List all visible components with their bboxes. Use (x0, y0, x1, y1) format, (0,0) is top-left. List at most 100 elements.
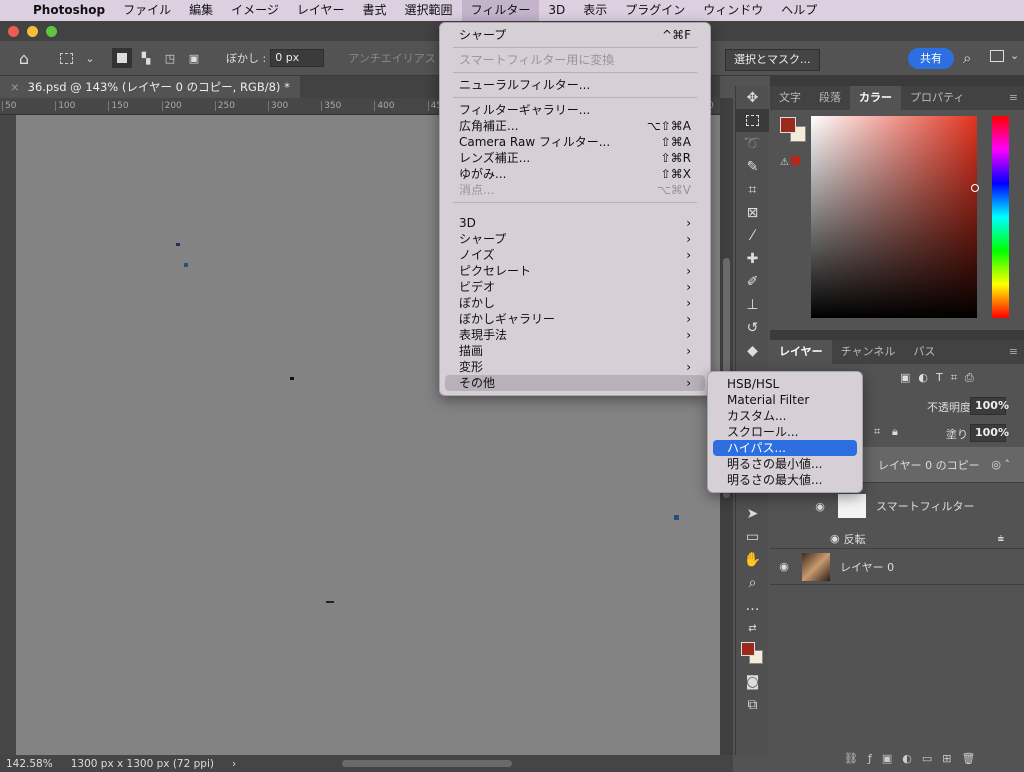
share-button[interactable]: 共有 (908, 48, 954, 69)
quick-select-tool-icon[interactable]: ✎ (736, 155, 769, 178)
filter-menu-item[interactable]: その他 › (445, 375, 705, 391)
submenu-item[interactable]: HSB/HSL (713, 376, 857, 392)
antialias-checkbox[interactable]: アンチエイリアス (348, 50, 436, 66)
color-picker-handle[interactable] (971, 184, 979, 192)
filter-menu-item[interactable]: 3D › (445, 215, 705, 231)
hand-tool-icon[interactable]: ✋ (736, 548, 769, 571)
color-field[interactable] (811, 116, 977, 318)
healing-brush-icon[interactable]: ✚ (736, 247, 769, 270)
frame-tool-icon[interactable]: ⊠ (736, 201, 769, 224)
eye-icon[interactable]: ◉ (806, 500, 834, 513)
zoom-level[interactable]: 142.58% (6, 758, 53, 770)
panel-tab[interactable]: パス (904, 340, 944, 364)
submenu-item[interactable]: スクロール... (713, 424, 857, 440)
filter-menu-item[interactable]: スマートフィルター用に変換 (445, 52, 705, 68)
filter-row-invert[interactable]: ◉ 反転 ⩧ (770, 529, 1024, 549)
lasso-tool-icon[interactable]: ➰ (736, 132, 769, 155)
select-and-mask-button[interactable]: 選択とマスク... (725, 49, 820, 71)
lock-artboard-icon[interactable]: ⌗ (874, 425, 880, 439)
filter-options-icon[interactable]: ⩧ (998, 532, 1004, 546)
menu-9[interactable]: プラグイン (616, 0, 694, 21)
horizontal-scrollbar[interactable] (342, 760, 513, 767)
filter-menu-item[interactable]: ゆがみ... ⇧⌘X (445, 166, 705, 182)
home-icon[interactable]: ⌂ (14, 48, 34, 68)
zoom-tool-icon[interactable]: ⌕ (736, 571, 769, 594)
eraser-tool-icon[interactable]: ◆ (736, 339, 769, 362)
menu-0[interactable]: ファイル (114, 0, 180, 21)
filter-menu-item[interactable]: ぼかしギャラリー › (445, 311, 705, 327)
marquee-tool-icon[interactable] (736, 109, 769, 132)
document-tab[interactable]: × 36.psd @ 143% (レイヤー 0 のコピー, RGB/8) * (0, 76, 300, 98)
panel-tab[interactable]: プロパティ (901, 86, 973, 110)
filter-menu-item[interactable]: Camera Raw フィルター... ⇧⌘A (445, 134, 705, 150)
filter-menu-item[interactable]: レンズ補正... ⇧⌘R (445, 150, 705, 166)
panel-tab[interactable]: 段落 (810, 86, 850, 110)
menu-6[interactable]: フィルター (461, 0, 540, 21)
layer-panel-actions[interactable]: ⛓ƒ▣◐▭⊞🗑︎ (844, 752, 985, 765)
menu-app[interactable]: Photoshop (24, 0, 114, 21)
move-tool-icon[interactable]: ✥ (736, 86, 769, 109)
submenu-item[interactable]: Material Filter (713, 392, 857, 408)
filter-menu-item[interactable]: ビデオ › (445, 279, 705, 295)
opacity-input[interactable]: 100% (970, 397, 1009, 415)
lock-icon[interactable]: 🔒︎ (892, 425, 898, 439)
zoom-window-button[interactable] (46, 26, 57, 37)
search-icon[interactable]: ⌕ (963, 49, 971, 67)
history-brush-icon[interactable]: ↺ (736, 316, 769, 339)
menu-8[interactable]: 表示 (574, 0, 616, 21)
apple-icon[interactable] (0, 0, 24, 21)
gamut-warning-icon[interactable]: ⚠ (780, 156, 800, 168)
menu-4[interactable]: 書式 (354, 0, 396, 21)
panel-tab[interactable]: カラー (850, 86, 901, 110)
crop-tool-icon[interactable]: ⌗ (736, 178, 769, 201)
menu-2[interactable]: イメージ (222, 0, 288, 21)
close-window-button[interactable] (8, 26, 19, 37)
eye-icon[interactable]: ◉ (770, 560, 798, 573)
filter-menu-item[interactable]: ノイズ › (445, 247, 705, 263)
filter-menu-item[interactable]: ニューラルフィルター... (445, 77, 705, 93)
filter-menu-item[interactable]: ぼかし › (445, 295, 705, 311)
submenu-item[interactable]: ハイパス... (713, 440, 857, 456)
close-tab-icon[interactable]: × (10, 80, 20, 94)
filter-menu-item[interactable]: 描画 › (445, 343, 705, 359)
swap-colors-icon[interactable]: ⇄ (736, 617, 769, 640)
marquee-tool-icon[interactable] (56, 48, 76, 68)
filter-menu-item[interactable]: 表現手法 › (445, 327, 705, 343)
layer-row-base[interactable]: ◉ レイヤー 0 (770, 549, 1024, 585)
panel-menu-icon[interactable]: ≡ (1009, 340, 1018, 364)
filter-menu-item[interactable]: 消点... ⌥⌘V (445, 182, 705, 198)
menu-7[interactable]: 3D (539, 0, 574, 21)
filter-menu-item[interactable]: シャープ ^⌘F (445, 27, 705, 43)
minimize-window-button[interactable] (27, 26, 38, 37)
menu-11[interactable]: ヘルプ (772, 0, 826, 21)
screen-mode-icon[interactable]: ⧉ (736, 693, 769, 716)
chevron-down-icon[interactable]: ⌄ (1010, 49, 1019, 62)
filter-menu-item[interactable]: 広角補正... ⌥⇧⌘A (445, 118, 705, 134)
submenu-item[interactable]: 明るさの最小値... (713, 456, 857, 472)
foreground-swatch[interactable] (780, 117, 796, 133)
chevron-down-icon[interactable]: ⌄ (80, 48, 100, 68)
quick-mask-icon[interactable]: ◙ (736, 670, 769, 693)
menu-10[interactable]: ウィンドウ (694, 0, 772, 21)
submenu-item[interactable]: 明るさの最大値... (713, 472, 857, 488)
blur-input[interactable]: 0 px (270, 49, 325, 67)
filter-menu-item[interactable]: ピクセレート › (445, 263, 705, 279)
eyedropper-tool-icon[interactable]: ⁄ (736, 224, 769, 247)
color-swatches[interactable] (736, 640, 768, 670)
chevron-right-icon[interactable]: › (232, 758, 236, 770)
fill-input[interactable]: 100% (970, 424, 1009, 442)
panel-tab[interactable]: チャンネル (832, 340, 905, 364)
panel-tab[interactable]: レイヤー (770, 340, 832, 364)
filter-menu-item[interactable]: フィルターギャラリー... (445, 102, 705, 118)
subtract-selection-icon[interactable]: ◳ (160, 48, 180, 68)
rectangle-tool-icon[interactable]: ▭ (736, 525, 769, 548)
panel-menu-icon[interactable]: ≡ (1009, 86, 1018, 110)
submenu-item[interactable]: カスタム... (713, 408, 857, 424)
menu-5[interactable]: 選択範囲 (396, 0, 462, 21)
filter-menu-item[interactable]: シャープ › (445, 231, 705, 247)
intersect-selection-icon[interactable]: ▣ (184, 48, 204, 68)
panel-tab[interactable]: 文字 (770, 86, 810, 110)
new-selection-icon[interactable] (112, 48, 132, 68)
menu-3[interactable]: レイヤー (288, 0, 354, 21)
path-select-tool-icon[interactable]: ➤ (736, 502, 769, 525)
